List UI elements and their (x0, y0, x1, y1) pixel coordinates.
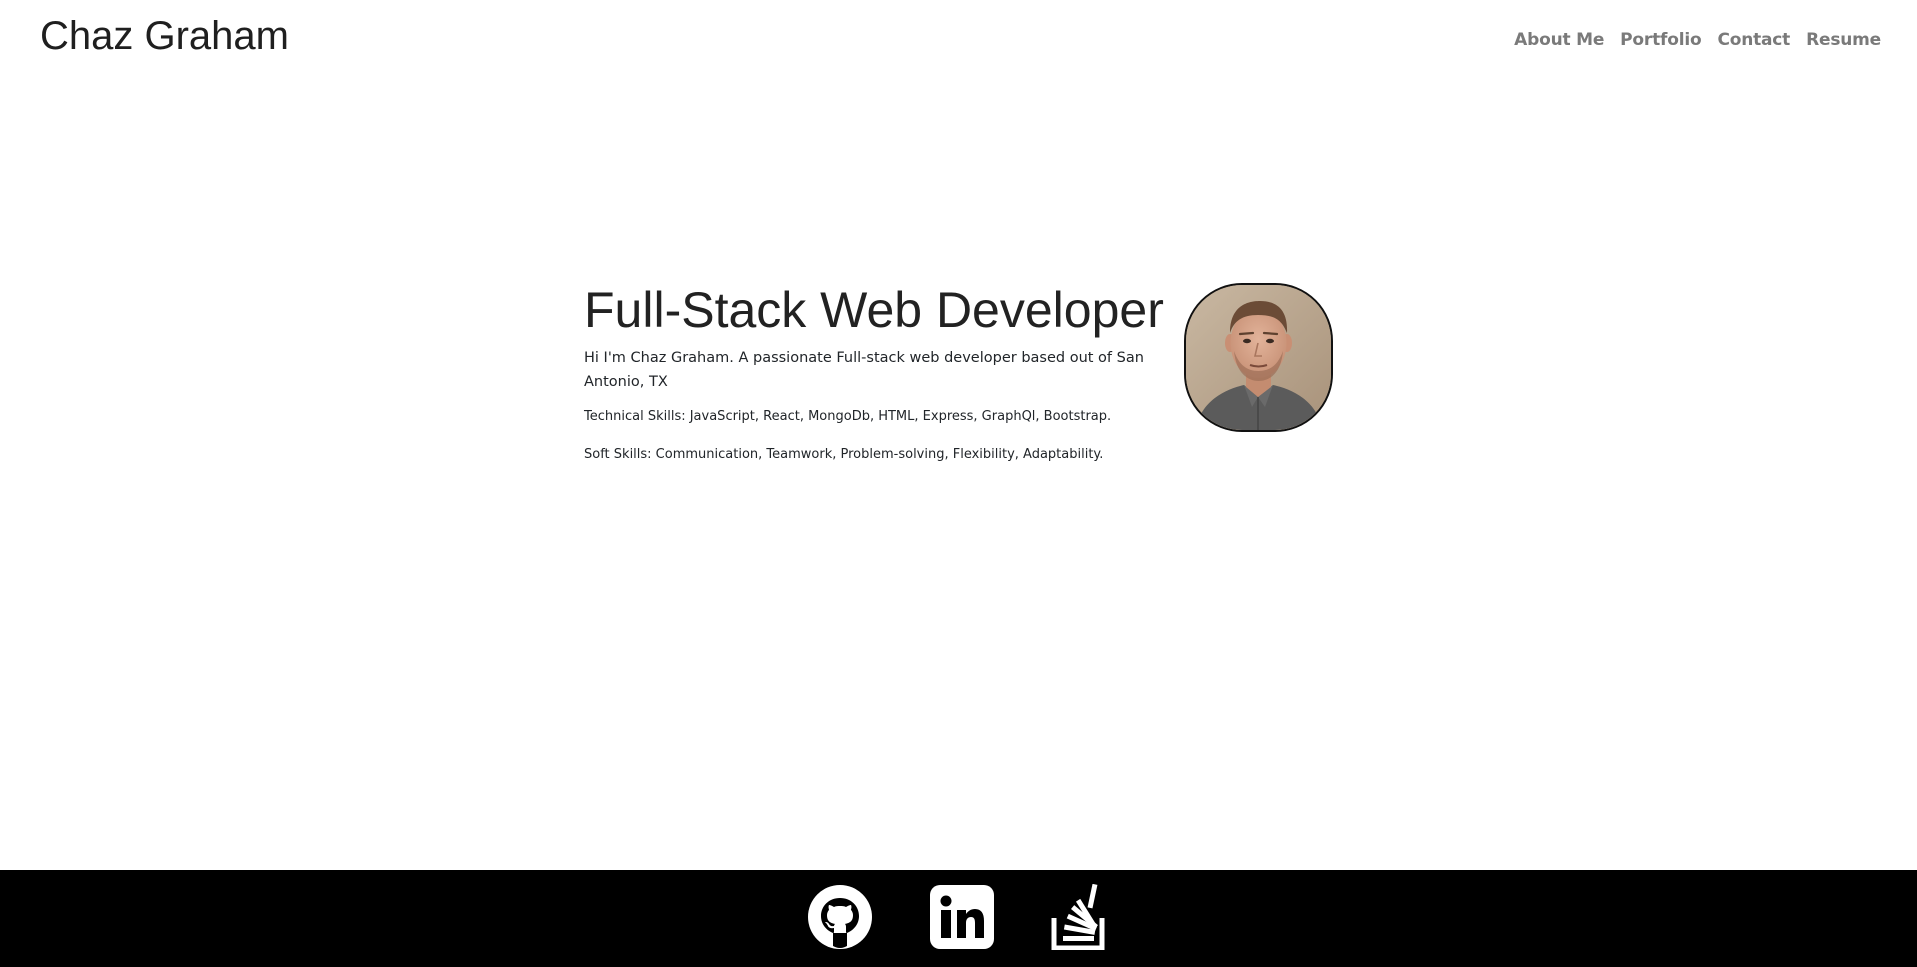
nav-link-contact[interactable]: Contact (1717, 27, 1790, 53)
linkedin-icon (930, 885, 994, 949)
nav-link-about-me[interactable]: About Me (1514, 27, 1604, 53)
page-title: Full-Stack Web Developer (584, 282, 1164, 338)
profile-photo (1184, 283, 1333, 432)
site-footer (0, 870, 1917, 967)
stackoverflow-icon (1051, 884, 1105, 950)
github-icon (808, 885, 872, 949)
linkedin-link[interactable] (929, 884, 995, 950)
avatar-photo-icon (1186, 285, 1331, 430)
soft-skills-text: Soft Skills: Communication, Teamwork, Pr… (584, 447, 1104, 462)
github-link[interactable] (807, 884, 873, 950)
nav-link-portfolio[interactable]: Portfolio (1620, 27, 1701, 53)
brand-link[interactable]: Chaz Graham (40, 12, 289, 60)
intro-text: Hi I'm Chaz Graham. A passionate Full-st… (584, 350, 1144, 390)
technical-skills-text: Technical Skills: JavaScript, React, Mon… (584, 409, 1112, 424)
nav-link-resume[interactable]: Resume (1806, 27, 1881, 53)
stackoverflow-link[interactable] (1050, 884, 1116, 950)
site-header: Chaz Graham About Me Portfolio Contact R… (0, 0, 1917, 80)
main-nav: About Me Portfolio Contact Resume (1514, 27, 1881, 53)
hero-section: Full-Stack Web Developer Hi I'm Chaz Gra… (584, 280, 1164, 464)
